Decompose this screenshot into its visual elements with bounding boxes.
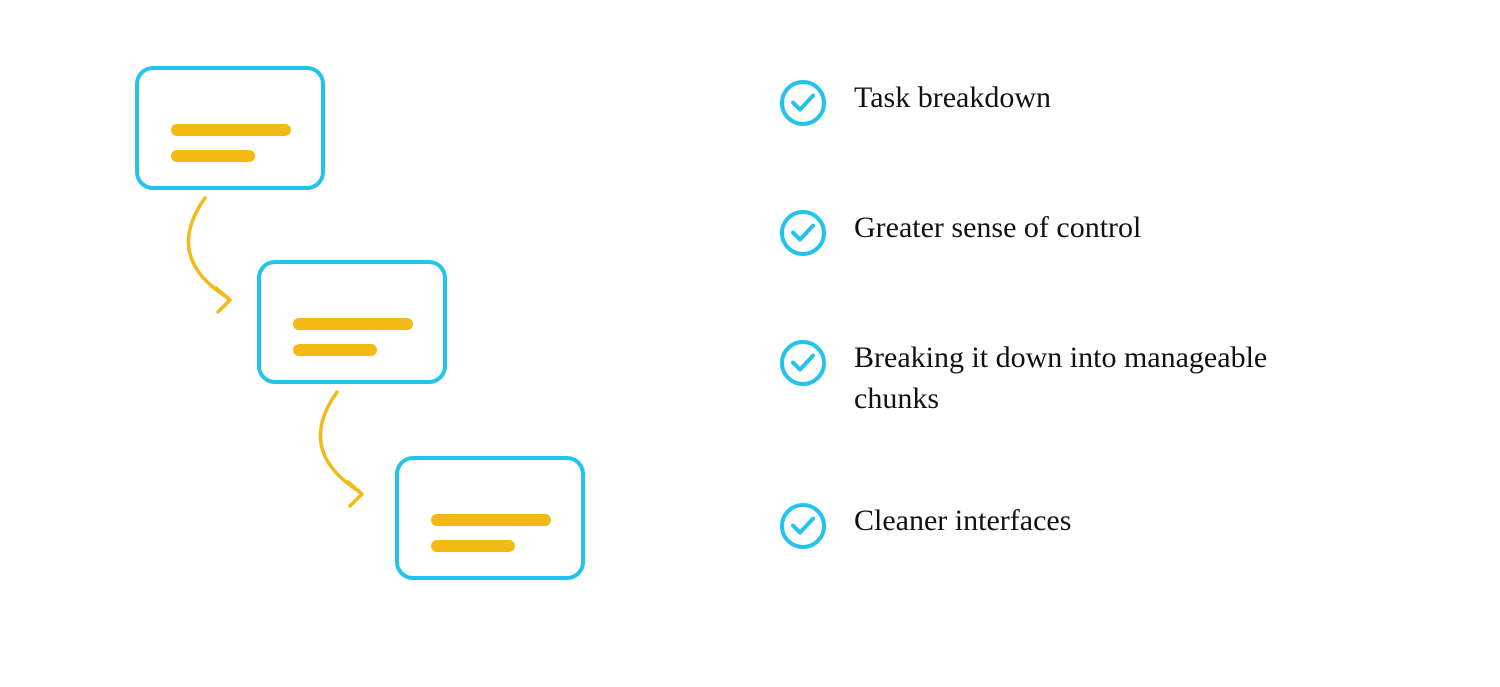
checkmark-icon bbox=[780, 340, 826, 386]
task-card-line-icon bbox=[171, 150, 255, 162]
checkmark-icon bbox=[780, 503, 826, 549]
checkmark-icon bbox=[780, 80, 826, 126]
benefit-label: Cleaner interfaces bbox=[854, 501, 1071, 542]
task-card-1 bbox=[135, 66, 325, 190]
benefit-label: Task breakdown bbox=[854, 78, 1051, 119]
task-card-3 bbox=[395, 456, 585, 580]
task-card-line-icon bbox=[293, 344, 377, 356]
benefit-label: Breaking it down into manageable chunks bbox=[854, 338, 1274, 419]
task-card-2 bbox=[257, 260, 447, 384]
task-card-line-icon bbox=[171, 124, 291, 136]
checkmark-icon bbox=[780, 210, 826, 256]
benefit-item: Greater sense of control bbox=[780, 208, 1420, 256]
diagram-stage: Task breakdown Greater sense of control … bbox=[0, 0, 1500, 687]
benefit-item: Task breakdown bbox=[780, 78, 1420, 126]
benefit-item: Cleaner interfaces bbox=[780, 501, 1420, 549]
task-card-line-icon bbox=[431, 514, 551, 526]
benefits-list: Task breakdown Greater sense of control … bbox=[780, 78, 1420, 549]
benefit-item: Breaking it down into manageable chunks bbox=[780, 338, 1420, 419]
benefit-label: Greater sense of control bbox=[854, 208, 1141, 249]
task-card-line-icon bbox=[293, 318, 413, 330]
task-card-line-icon bbox=[431, 540, 515, 552]
